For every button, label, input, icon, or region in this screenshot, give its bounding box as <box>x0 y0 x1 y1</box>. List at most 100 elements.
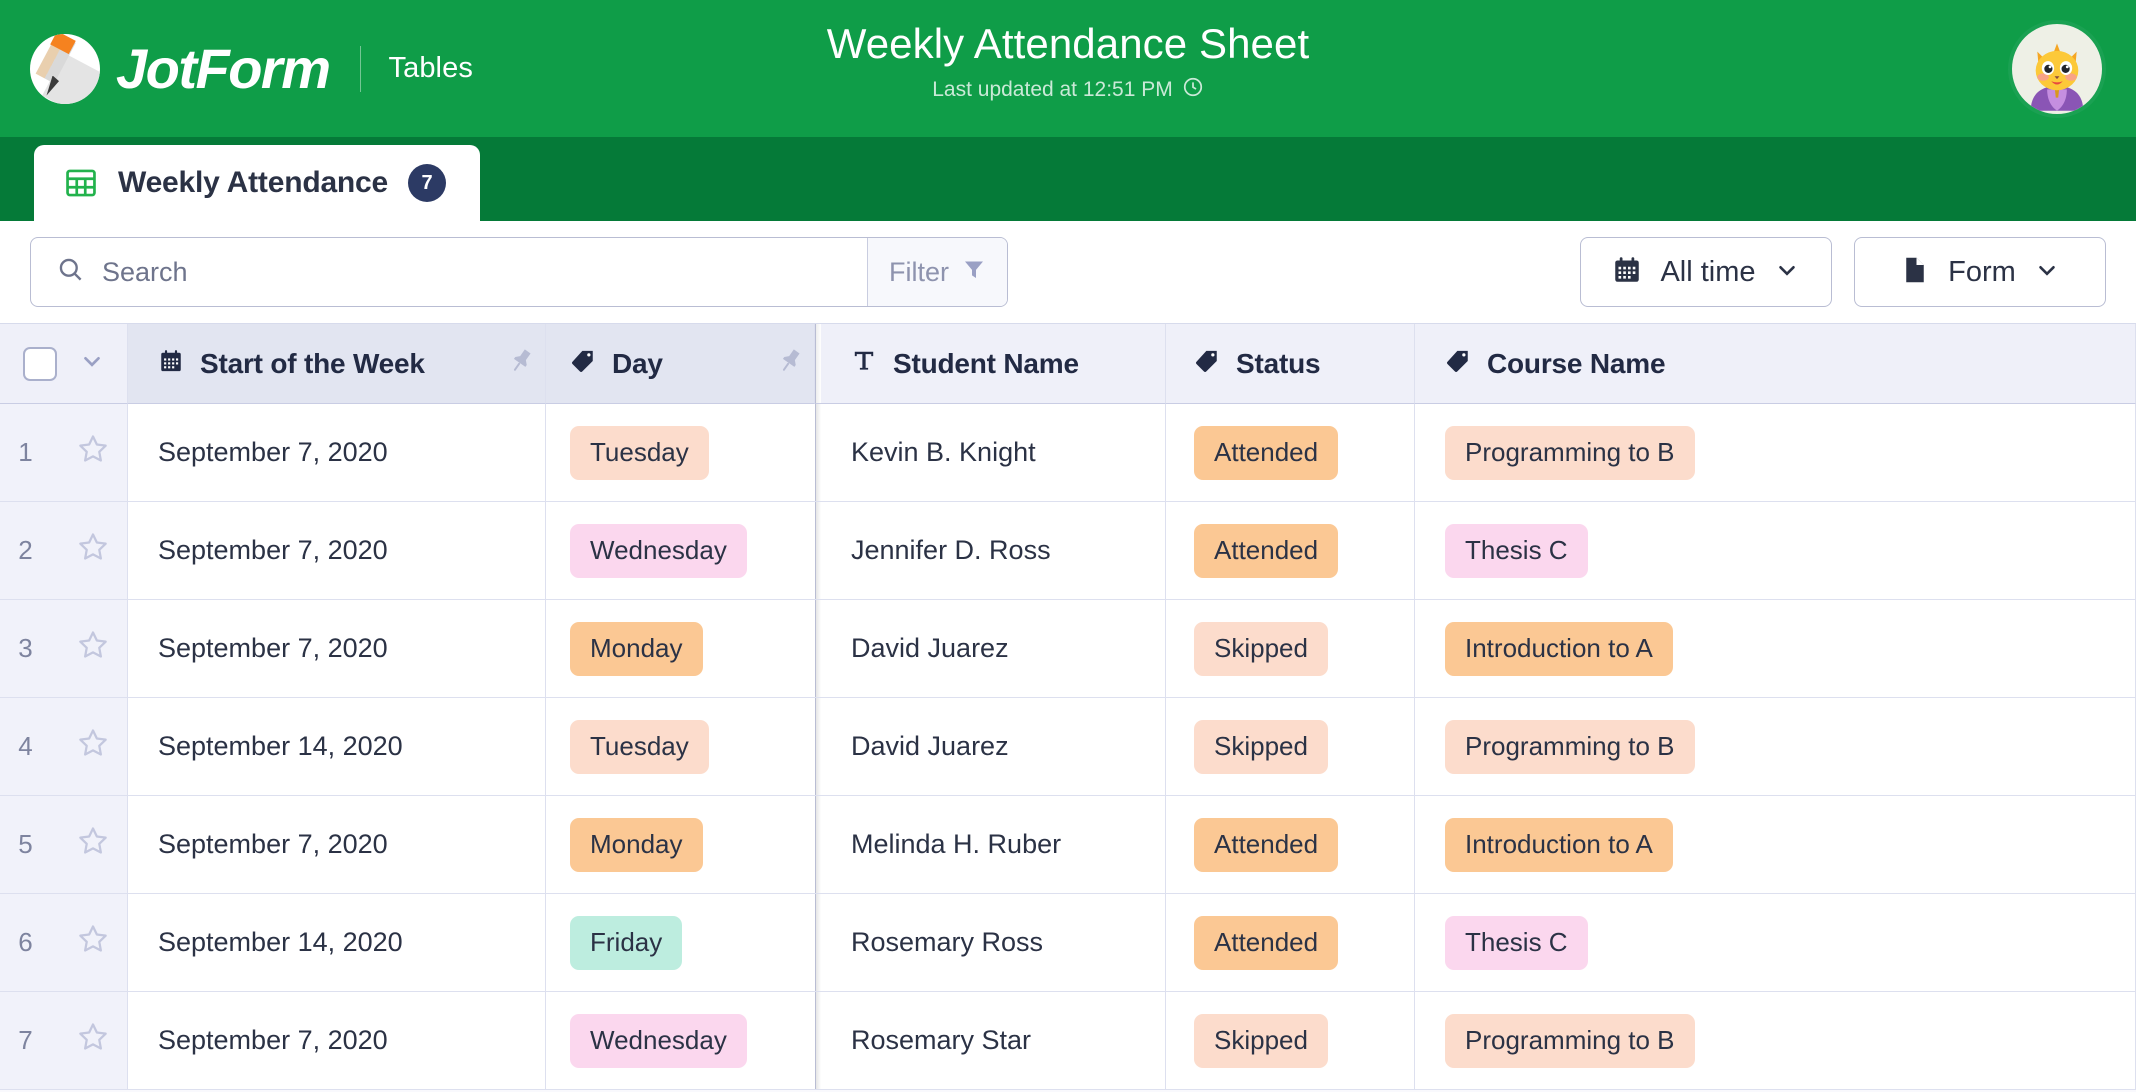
pin-column-icon[interactable] <box>507 347 535 380</box>
table-body: 1 September 7, 2020 Tuesday Kevin B. Knight… <box>0 404 2136 1090</box>
cell-student-name[interactable]: Rosemary Ross <box>821 894 1166 991</box>
status-tag: Attended <box>1194 425 1339 480</box>
avatar[interactable] <box>2008 19 2106 118</box>
cell-value: September 7, 2020 <box>158 437 388 467</box>
cell-course-name[interactable]: Introduction to A <box>1415 796 2136 893</box>
day-tag: Tuesday <box>570 719 709 774</box>
row-number: 5 <box>18 829 33 859</box>
cell-course-name[interactable]: Introduction to A <box>1415 600 2136 697</box>
star-icon[interactable] <box>77 433 109 472</box>
cell-course-name[interactable]: Programming to B <box>1415 992 2136 1089</box>
column-header-start-of-the-week[interactable]: Start of the Week <box>128 324 546 404</box>
select-all-checkbox[interactable] <box>22 346 57 381</box>
cell-day[interactable]: Monday <box>546 796 815 893</box>
cell-day[interactable]: Monday <box>546 600 815 697</box>
table-row[interactable]: 1 September 7, 2020 Tuesday Kevin B. Knight… <box>0 404 2136 502</box>
table-row[interactable]: 7 September 7, 2020 Wednesday Rosemary Star… <box>0 992 2136 1090</box>
cell-day[interactable]: Wednesday <box>546 992 815 1089</box>
calendar-icon <box>158 348 184 379</box>
cell-status[interactable]: Skipped <box>1166 698 1415 795</box>
cell-status[interactable]: Skipped <box>1166 992 1415 1089</box>
search-field[interactable] <box>31 238 867 306</box>
table-row[interactable]: 3 September 7, 2020 Monday David Juarez Skip… <box>0 600 2136 698</box>
cell-course-name[interactable]: Programming to B <box>1415 404 2136 501</box>
status-tag: Skipped <box>1194 621 1328 676</box>
brand-divider <box>359 45 361 92</box>
chevron-down-icon <box>1774 257 1800 288</box>
row-number: 1 <box>18 437 33 467</box>
cell-value: September 14, 2020 <box>158 927 403 957</box>
cell-start-of-the-week[interactable]: September 7, 2020 <box>128 992 546 1089</box>
table-row[interactable]: 2 September 7, 2020 Wednesday Jennifer D. R… <box>0 502 2136 600</box>
course-tag: Introduction to A <box>1445 817 1673 872</box>
cell-status[interactable]: Attended <box>1166 502 1415 599</box>
star-icon[interactable] <box>77 727 109 766</box>
cell-student-name[interactable]: Kevin B. Knight <box>821 404 1166 501</box>
select-all-cell <box>0 324 128 404</box>
cell-start-of-the-week[interactable]: September 7, 2020 <box>128 502 546 599</box>
star-icon[interactable] <box>77 1021 109 1060</box>
star-icon[interactable] <box>77 923 109 962</box>
search-input[interactable] <box>102 256 867 288</box>
cell-student-name[interactable]: David Juarez <box>821 600 1166 697</box>
table-row[interactable]: 5 September 7, 2020 Monday Melinda H. Ruber… <box>0 796 2136 894</box>
day-tag: Tuesday <box>570 425 709 480</box>
pin-column-icon[interactable] <box>776 347 804 380</box>
cell-day[interactable]: Wednesday <box>546 502 815 599</box>
course-tag: Thesis C <box>1445 915 1588 970</box>
row-number: 4 <box>18 731 33 761</box>
tab-strip: Weekly Attendance 7 <box>0 137 2136 221</box>
row-number-cell: 3 <box>0 600 128 697</box>
tab-weekly-attendance[interactable]: Weekly Attendance 7 <box>34 145 481 221</box>
cell-day[interactable]: Friday <box>546 894 815 991</box>
filter-button[interactable]: Filter <box>867 238 1007 306</box>
cell-day[interactable]: Tuesday <box>546 698 815 795</box>
cell-day[interactable]: Tuesday <box>546 404 815 501</box>
cell-value: Rosemary Ross <box>851 927 1044 957</box>
calendar-icon <box>1612 255 1642 290</box>
row-actions-chevron-icon[interactable] <box>79 348 105 379</box>
cell-student-name[interactable]: Jennifer D. Ross <box>821 502 1166 599</box>
table-row[interactable]: 4 September 14, 2020 Tuesday David Juarez Sk… <box>0 698 2136 796</box>
table-row[interactable]: 6 September 14, 2020 Friday Rosemary Ross At… <box>0 894 2136 992</box>
cell-start-of-the-week[interactable]: September 7, 2020 <box>128 600 546 697</box>
brand-area[interactable]: JotForm Tables <box>0 0 473 137</box>
star-icon[interactable] <box>77 825 109 864</box>
cell-course-name[interactable]: Programming to B <box>1415 698 2136 795</box>
cell-value: September 7, 2020 <box>158 633 388 663</box>
cell-course-name[interactable]: Thesis C <box>1415 502 2136 599</box>
app-header: JotForm Tables Weekly Attendance Sheet L… <box>0 0 2136 137</box>
cell-student-name[interactable]: Melinda H. Ruber <box>821 796 1166 893</box>
column-header-status[interactable]: Status <box>1166 324 1415 404</box>
cell-status[interactable]: Attended <box>1166 894 1415 991</box>
cell-value: David Juarez <box>851 731 1009 761</box>
column-header-day[interactable]: Day <box>546 324 815 404</box>
cell-start-of-the-week[interactable]: September 7, 2020 <box>128 404 546 501</box>
status-tag: Skipped <box>1194 1013 1328 1068</box>
source-selector-button[interactable]: Form <box>1854 237 2106 307</box>
cell-value: September 7, 2020 <box>158 535 388 565</box>
day-tag: Monday <box>570 621 703 676</box>
cell-course-name[interactable]: Thesis C <box>1415 894 2136 991</box>
cell-status[interactable]: Skipped <box>1166 600 1415 697</box>
column-header-student-name[interactable]: Student Name <box>821 324 1166 404</box>
cell-start-of-the-week[interactable]: September 14, 2020 <box>128 698 546 795</box>
cell-status[interactable]: Attended <box>1166 404 1415 501</box>
row-number-cell: 1 <box>0 404 128 501</box>
cell-status[interactable]: Attended <box>1166 796 1415 893</box>
cell-student-name[interactable]: David Juarez <box>821 698 1166 795</box>
cell-student-name[interactable]: Rosemary Star <box>821 992 1166 1089</box>
status-tag: Attended <box>1194 817 1339 872</box>
star-icon[interactable] <box>77 531 109 570</box>
course-tag: Thesis C <box>1445 523 1588 578</box>
funnel-icon <box>962 257 986 288</box>
cell-start-of-the-week[interactable]: September 7, 2020 <box>128 796 546 893</box>
cell-value: Kevin B. Knight <box>851 437 1036 467</box>
star-icon[interactable] <box>77 629 109 668</box>
cell-start-of-the-week[interactable]: September 14, 2020 <box>128 894 546 991</box>
row-number: 6 <box>18 927 33 957</box>
column-header-course-name[interactable]: Course Name <box>1415 324 2136 404</box>
date-range-filter-button[interactable]: All time <box>1580 237 1832 307</box>
cell-value: David Juarez <box>851 633 1009 663</box>
status-tag: Attended <box>1194 915 1339 970</box>
